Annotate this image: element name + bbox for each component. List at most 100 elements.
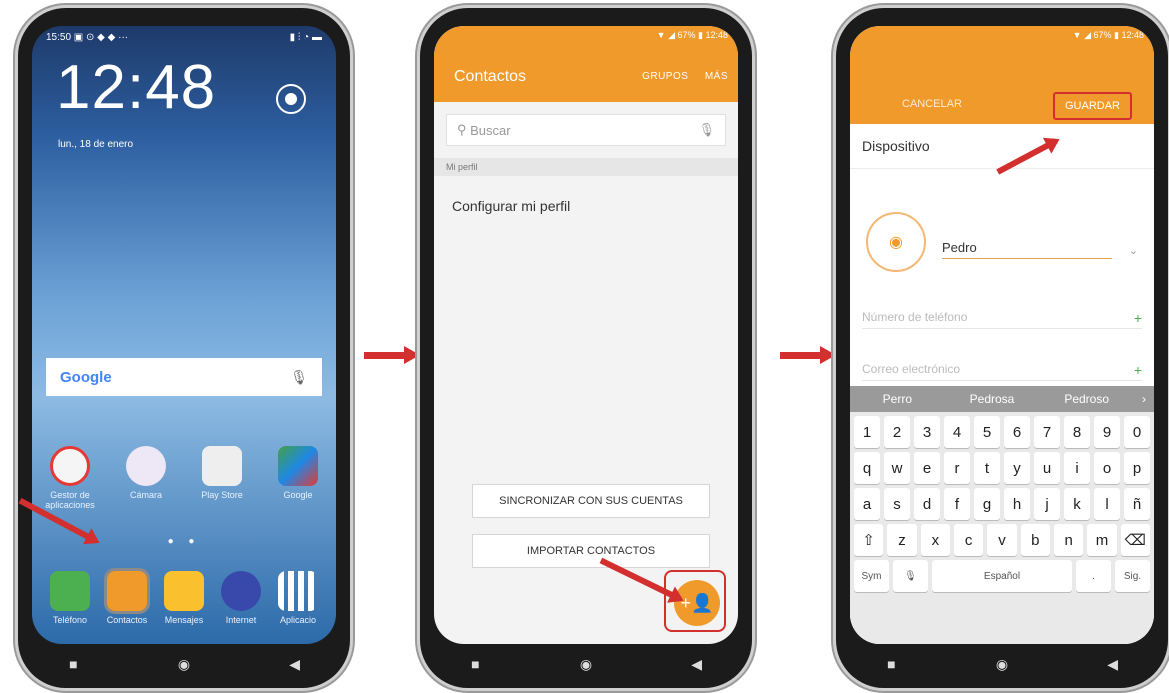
- groups-button[interactable]: GRUPOS: [642, 71, 688, 82]
- email-field[interactable]: Correo electrónico +: [862, 362, 1142, 381]
- sync-accounts-button[interactable]: SINCRONIZAR CON SUS CUENTAS: [472, 484, 710, 518]
- dock: Teléfono Contactos Mensajes Internet Apl…: [42, 568, 326, 625]
- key[interactable]: i: [1064, 452, 1090, 484]
- app-mensajes[interactable]: Mensajes: [156, 571, 212, 625]
- app-aplicaciones[interactable]: Aplicacio: [270, 571, 326, 625]
- name-field[interactable]: Pedro: [942, 240, 1112, 259]
- key[interactable]: k: [1064, 488, 1090, 520]
- space-key[interactable]: Español: [932, 560, 1072, 592]
- chevron-down-icon[interactable]: ⌄: [1129, 244, 1138, 257]
- storage-label[interactable]: Dispositivo: [850, 124, 1154, 169]
- app-google-folder[interactable]: Google: [270, 446, 326, 510]
- key[interactable]: ⌫: [1120, 524, 1150, 556]
- add-phone-icon[interactable]: +: [1134, 310, 1142, 326]
- next-key[interactable]: Sig.: [1115, 560, 1150, 592]
- key[interactable]: z: [887, 524, 917, 556]
- key[interactable]: b: [1020, 524, 1050, 556]
- key[interactable]: 2: [884, 416, 910, 448]
- recents-icon[interactable]: ■: [53, 656, 93, 672]
- search-input[interactable]: ⚲ Buscar 🎙: [446, 114, 726, 146]
- key[interactable]: m: [1087, 524, 1117, 556]
- key[interactable]: v: [987, 524, 1017, 556]
- import-contacts-button[interactable]: IMPORTAR CONTACTOS: [472, 534, 710, 568]
- key[interactable]: o: [1094, 452, 1120, 484]
- key[interactable]: p: [1124, 452, 1150, 484]
- key[interactable]: y: [1004, 452, 1030, 484]
- phone-icon: [50, 571, 90, 611]
- mic-icon[interactable]: 🎙: [698, 122, 715, 138]
- status-left: 15:50 ▣ ⊙ ◆ ◆ ···: [46, 31, 129, 43]
- mic-icon[interactable]: 🎙: [290, 369, 308, 386]
- key-row-numbers: 1234567890: [852, 416, 1152, 448]
- key[interactable]: s: [884, 488, 910, 520]
- weather-icon[interactable]: [276, 84, 306, 114]
- key[interactable]: e: [914, 452, 940, 484]
- key[interactable]: a: [854, 488, 880, 520]
- key-row-2: asdfghjklñ: [852, 488, 1152, 520]
- app-bar: ▼ ◢ 67% ▮ 12:48 Contactos GRUPOS MÁS: [434, 26, 738, 102]
- key[interactable]: n: [1053, 524, 1084, 556]
- key[interactable]: 1: [854, 416, 880, 448]
- add-email-icon[interactable]: +: [1134, 362, 1142, 378]
- key[interactable]: c: [953, 524, 984, 556]
- key[interactable]: t: [974, 452, 1000, 484]
- back-icon[interactable]: ◀: [677, 656, 717, 673]
- key[interactable]: d: [914, 488, 940, 520]
- sym-key[interactable]: Sym: [854, 560, 889, 592]
- key[interactable]: 9: [1094, 416, 1120, 448]
- app-gestor[interactable]: Gestor de aplicaciones: [42, 446, 98, 510]
- key[interactable]: 4: [944, 416, 970, 448]
- key[interactable]: 3: [914, 416, 940, 448]
- app-camara[interactable]: Cámara: [118, 446, 174, 510]
- google-logo: Google: [60, 368, 112, 386]
- home-icon[interactable]: ◉: [982, 656, 1022, 673]
- back-icon[interactable]: ◀: [1093, 656, 1133, 673]
- suggestion[interactable]: Pedroso: [1039, 392, 1134, 406]
- home-icon[interactable]: ◉: [566, 656, 606, 673]
- key[interactable]: l: [1094, 488, 1120, 520]
- key[interactable]: g: [974, 488, 1000, 520]
- app-contactos[interactable]: Contactos: [99, 568, 155, 625]
- search-icon: ⚲: [457, 122, 471, 137]
- status-bar: ▼ ◢ 67% ▮ 12:48: [1072, 30, 1144, 40]
- key[interactable]: f: [944, 488, 970, 520]
- key[interactable]: 0: [1124, 416, 1150, 448]
- mic-icon[interactable]: 🎙: [893, 560, 928, 592]
- key[interactable]: w: [884, 452, 910, 484]
- key[interactable]: 6: [1004, 416, 1030, 448]
- period-key[interactable]: .: [1076, 560, 1111, 592]
- recents-icon[interactable]: ■: [455, 656, 495, 672]
- key[interactable]: j: [1034, 488, 1060, 520]
- back-icon[interactable]: ◀: [275, 656, 315, 673]
- app-play-store[interactable]: Play Store: [194, 446, 250, 510]
- phone-number-field[interactable]: Número de teléfono +: [862, 310, 1142, 329]
- suggestion-more[interactable]: ›: [1134, 392, 1154, 406]
- page-indicator: ● ●: [167, 536, 201, 547]
- key[interactable]: 5: [974, 416, 1000, 448]
- suggestion[interactable]: Perro: [850, 392, 945, 406]
- recents-icon[interactable]: ■: [871, 656, 911, 672]
- key[interactable]: ⇧: [854, 524, 884, 556]
- google-folder-icon: [278, 446, 318, 486]
- key[interactable]: x: [920, 524, 950, 556]
- internet-icon: [221, 571, 261, 611]
- app-telefono[interactable]: Teléfono: [42, 571, 98, 625]
- settings-red-icon: [50, 446, 90, 486]
- home-icon[interactable]: ◉: [164, 656, 204, 673]
- save-button[interactable]: GUARDAR: [1052, 92, 1132, 120]
- camera-icon[interactable]: ◉: [866, 212, 926, 272]
- key[interactable]: 8: [1064, 416, 1090, 448]
- key[interactable]: r: [944, 452, 970, 484]
- setup-profile-row[interactable]: Configurar mi perfil: [434, 176, 738, 236]
- page-title: Contactos: [454, 68, 527, 85]
- google-search-bar[interactable]: Google 🎙: [46, 358, 322, 396]
- app-internet[interactable]: Internet: [213, 571, 269, 625]
- key[interactable]: u: [1034, 452, 1060, 484]
- key[interactable]: 7: [1034, 416, 1060, 448]
- cancel-button[interactable]: CANCELAR: [902, 98, 962, 110]
- key[interactable]: ñ: [1124, 488, 1150, 520]
- key[interactable]: h: [1004, 488, 1030, 520]
- suggestion[interactable]: Pedrosa: [945, 392, 1040, 406]
- key[interactable]: q: [854, 452, 880, 484]
- more-button[interactable]: MÁS: [705, 71, 728, 82]
